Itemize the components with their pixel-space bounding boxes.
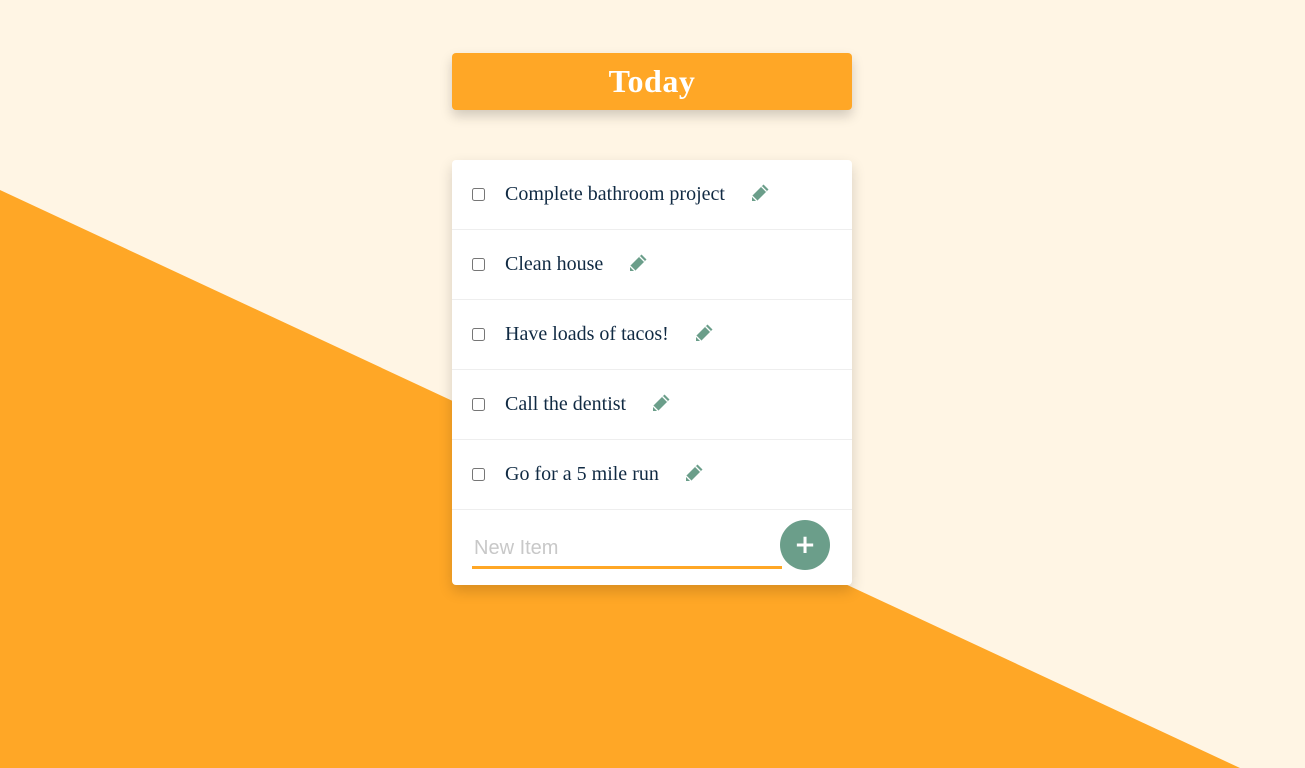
item-label: Have loads of tacos! xyxy=(505,323,669,345)
item-label: Clean house xyxy=(505,253,604,275)
page-title: Today xyxy=(608,63,696,99)
pencil-icon[interactable] xyxy=(683,462,705,484)
add-item-button[interactable]: + xyxy=(780,520,830,570)
item-checkbox[interactable] xyxy=(472,188,485,201)
pencil-icon[interactable] xyxy=(749,182,771,204)
item-label: Complete bathroom project xyxy=(505,183,725,205)
new-item-form: + xyxy=(452,510,852,581)
item-label: Call the dentist xyxy=(505,393,627,415)
todo-list-card: Complete bathroom project Clean house Ha… xyxy=(452,160,852,585)
item-checkbox[interactable] xyxy=(472,328,485,341)
list-item: Clean house xyxy=(452,230,852,300)
list-item: Call the dentist xyxy=(452,370,852,440)
list-item: Complete bathroom project xyxy=(452,160,852,230)
pencil-icon[interactable] xyxy=(650,392,672,414)
item-checkbox[interactable] xyxy=(472,468,485,481)
list-item: Have loads of tacos! xyxy=(452,300,852,370)
item-label: Go for a 5 mile run xyxy=(505,463,659,485)
new-item-input[interactable] xyxy=(472,530,782,569)
pencil-icon[interactable] xyxy=(693,322,715,344)
header-banner: Today xyxy=(452,53,852,110)
item-checkbox[interactable] xyxy=(472,398,485,411)
item-checkbox[interactable] xyxy=(472,258,485,271)
pencil-icon[interactable] xyxy=(627,252,649,274)
list-item: Go for a 5 mile run xyxy=(452,440,852,510)
